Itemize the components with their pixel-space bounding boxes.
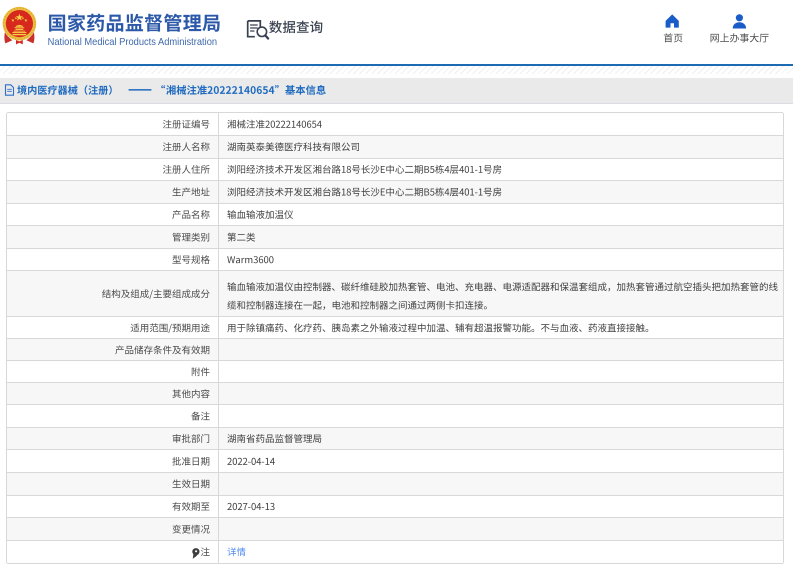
svg-text:National Medical Products Admi: National Medical Products Administration [48, 37, 218, 48]
